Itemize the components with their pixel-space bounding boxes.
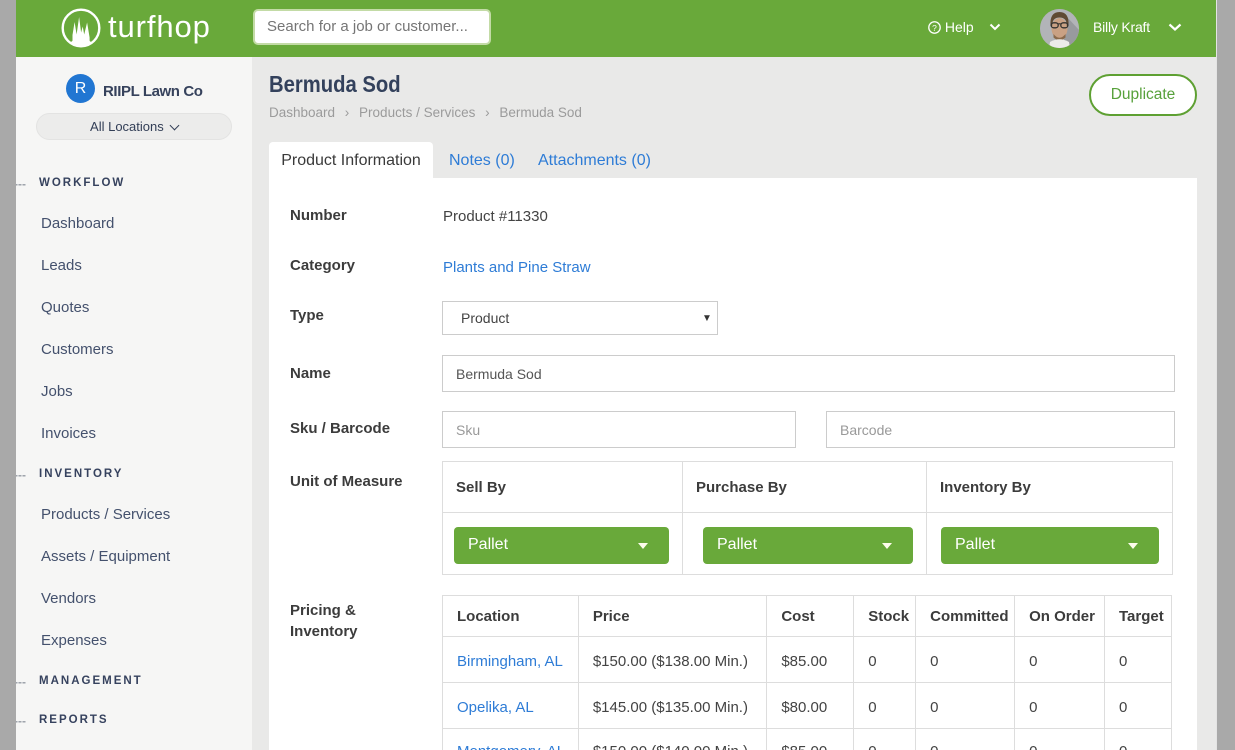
svg-text:?: ? xyxy=(932,23,937,33)
